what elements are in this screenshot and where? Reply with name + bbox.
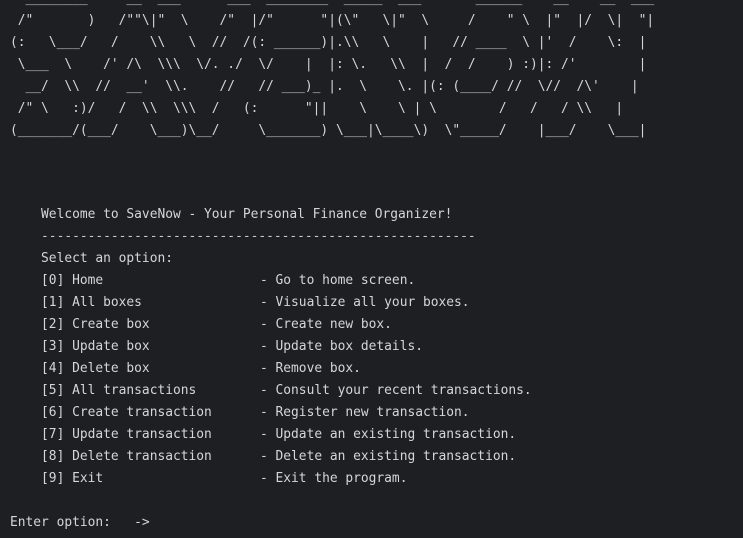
menu-item-update-box[interactable]: [3] Update box - Update box details.	[10, 336, 532, 358]
menu-item-key: [8] Delete transaction	[10, 449, 212, 464]
welcome-message: Welcome to SaveNow - Your Personal Finan…	[10, 207, 453, 222]
menu-item-key: [6] Create transaction	[10, 405, 212, 420]
menu-item-delete-transaction[interactable]: [8] Delete transaction - Delete an exist…	[10, 446, 532, 468]
menu-item-description: - Remove box.	[260, 361, 361, 376]
menu-item-description: - Update an existing transaction.	[260, 427, 517, 442]
menu-item-key: [2] Create box	[10, 317, 150, 332]
menu-item-home[interactable]: [0] Home - Go to home screen.	[10, 270, 532, 292]
ascii-banner-savenow: ________ __ ___ ___ ________ _____ ___ _…	[10, 0, 655, 138]
menu-item-description: - Delete an existing transaction.	[260, 449, 517, 464]
terminal-window: ________ __ ___ ___ ________ _____ ___ _…	[0, 0, 743, 538]
menu-item-description: - Consult your recent transactions.	[260, 383, 532, 398]
menu-item-all-boxes[interactable]: [1] All boxes - Visualize all your boxes…	[10, 292, 532, 314]
menu-item-description: - Create new box.	[260, 317, 392, 332]
select-option-prompt: Select an option:	[10, 251, 173, 266]
menu-item-update-transaction[interactable]: [7] Update transaction - Update an exist…	[10, 424, 532, 446]
menu-item-key: [0] Home	[10, 273, 104, 288]
menu-item-key: [7] Update transaction	[10, 427, 212, 442]
menu-item-create-transaction[interactable]: [6] Create transaction - Register new tr…	[10, 402, 532, 424]
menu-item-create-box[interactable]: [2] Create box - Create new box.	[10, 314, 532, 336]
menu-item-delete-box[interactable]: [4] Delete box - Remove box.	[10, 358, 532, 380]
menu-item-exit[interactable]: [9] Exit - Exit the program.	[10, 468, 532, 490]
menu-item-key: [3] Update box	[10, 339, 150, 354]
divider-line: ----------------------------------------…	[10, 229, 476, 244]
options-menu: [0] Home - Go to home screen. [1] All bo…	[10, 270, 532, 490]
option-input[interactable]	[157, 515, 358, 530]
menu-item-description: - Update box details.	[260, 339, 423, 354]
menu-item-key: [4] Delete box	[10, 361, 150, 376]
menu-item-key: [1] All boxes	[10, 295, 142, 310]
menu-item-description: - Register new transaction.	[260, 405, 470, 420]
menu-item-description: - Exit the program.	[260, 471, 408, 486]
menu-item-key: [5] All transactions	[10, 383, 197, 398]
input-prompt-line: Enter option: ->	[10, 512, 358, 534]
menu-item-key: [9] Exit	[10, 471, 104, 486]
menu-item-description: - Visualize all your boxes.	[260, 295, 470, 310]
menu-item-description: - Go to home screen.	[260, 273, 416, 288]
enter-option-label: Enter option: ->	[10, 515, 150, 530]
menu-item-all-transactions[interactable]: [5] All transactions - Consult your rece…	[10, 380, 532, 402]
